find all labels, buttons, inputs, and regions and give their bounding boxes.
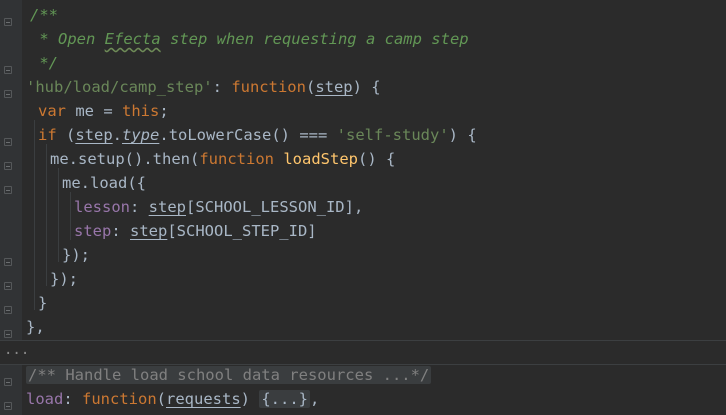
code-line-1: /** <box>30 3 58 27</box>
keyword: if <box>38 126 57 144</box>
fold-marker-icon[interactable] <box>4 162 12 170</box>
identifier: me. <box>50 150 78 168</box>
punctuation: ({ <box>127 174 146 192</box>
code-line-6: if (step.type.toLowerCase() === 'self-st… <box>38 123 477 147</box>
object-key: lesson <box>74 198 130 216</box>
fold-marker-icon[interactable] <box>4 90 12 98</box>
punctuation: , <box>310 390 320 408</box>
punctuation: : <box>212 78 232 96</box>
punctuation: : <box>130 198 149 216</box>
code-line-2: * Open Efecta step when requesting a cam… <box>30 27 469 51</box>
indent-guide <box>46 144 47 286</box>
constant: [SCHOOL_STEP_ID] <box>167 222 317 240</box>
doc-comment: /** <box>30 6 58 24</box>
indent-guide <box>58 168 59 262</box>
method: load <box>90 174 128 192</box>
constant: [SCHOOL_LESSON_ID] <box>186 198 354 216</box>
fold-marker-icon[interactable] <box>4 18 12 26</box>
fold-marker-icon[interactable] <box>4 378 12 386</box>
method: toLowerCase <box>168 126 272 144</box>
punctuation: : <box>63 390 82 408</box>
keyword: function <box>231 78 306 96</box>
punctuation: ) { <box>352 78 381 96</box>
fold-marker-icon[interactable] <box>4 138 12 146</box>
punctuation: . <box>159 126 169 144</box>
code-line-3: */ <box>30 51 58 75</box>
fold-marker-icon[interactable] <box>4 66 12 74</box>
code-line-11: }); <box>62 243 90 267</box>
collapsed-comment[interactable]: /** Handle load school data resources ..… <box>26 366 432 384</box>
string-key: 'hub/load/camp_step' <box>26 78 213 96</box>
fold-marker-icon[interactable] <box>4 330 12 338</box>
doc-comment: */ <box>30 54 58 72</box>
punctuation: ( <box>156 390 166 408</box>
code-line-15: /** Handle load school data resources ..… <box>26 363 432 387</box>
code-line-12: }); <box>50 267 78 291</box>
string-literal: 'self-study' <box>336 126 449 144</box>
fold-marker-icon[interactable] <box>4 282 12 290</box>
punctuation: ) { <box>448 126 477 144</box>
parameter: step <box>130 222 168 240</box>
fold-marker-icon[interactable] <box>4 306 12 314</box>
doc-comment: step when requesting a camp step <box>160 30 469 48</box>
punctuation: }, <box>26 318 45 336</box>
punctuation: ) <box>240 390 260 408</box>
object-key: step <box>74 222 112 240</box>
code-line-16: load: function(requests) {...}, <box>26 387 319 411</box>
keyword: function <box>82 390 157 408</box>
fold-marker-icon[interactable] <box>4 402 12 410</box>
punctuation: (). <box>124 150 153 168</box>
folded-dots[interactable]: ... <box>4 341 29 359</box>
punctuation: } <box>38 294 48 312</box>
punctuation: , <box>353 198 364 216</box>
fold-marker-icon[interactable] <box>4 258 12 266</box>
fold-marker-icon[interactable] <box>4 186 12 194</box>
indent-guide <box>34 120 35 310</box>
keyword: function <box>199 150 274 168</box>
code-line-14: }, <box>26 315 45 339</box>
punctuation: ( <box>190 150 200 168</box>
punctuation: () { <box>358 150 396 168</box>
parameter: step <box>75 126 113 144</box>
code-line-7: me.setup().then(function loadStep() { <box>50 147 395 171</box>
parameter: step <box>148 198 186 216</box>
code-line-10: step: step[SCHOOL_STEP_ID] <box>74 219 317 243</box>
code-line-4: 'hub/load/camp_step': function(step) { <box>26 75 381 99</box>
doc-comment: * Open <box>30 30 105 48</box>
method: setup <box>78 150 125 168</box>
parameter: requests <box>166 390 241 408</box>
method: then <box>152 150 190 168</box>
operator: () === <box>271 126 337 144</box>
identifier: me. <box>62 174 90 192</box>
punctuation: }); <box>62 246 90 264</box>
parameter: step <box>315 78 353 96</box>
object-key: load <box>26 390 64 408</box>
indent-guide <box>70 192 71 240</box>
function-name: loadStep <box>283 150 358 168</box>
code-line-8: me.load({ <box>62 171 146 195</box>
punctuation: ( <box>305 78 316 96</box>
punctuation: : <box>111 222 130 240</box>
identifier: me = <box>66 102 122 120</box>
code-line-9: lesson: step[SCHOOL_LESSON_ID], <box>74 195 363 219</box>
punctuation: ( <box>56 126 76 144</box>
code-line-5: var me = this; <box>38 99 169 123</box>
punctuation: . <box>112 126 123 144</box>
collapsed-function-body[interactable]: {...} <box>259 390 310 408</box>
punctuation: }); <box>50 270 78 288</box>
punctuation: ; <box>159 102 169 120</box>
keyword: this <box>122 102 160 120</box>
property: type <box>122 126 160 144</box>
keyword: var <box>38 102 66 120</box>
folded-region-bar[interactable]: ... <box>0 340 726 365</box>
typo-word: Efecta <box>104 30 161 48</box>
code-line-13: } <box>38 291 47 315</box>
